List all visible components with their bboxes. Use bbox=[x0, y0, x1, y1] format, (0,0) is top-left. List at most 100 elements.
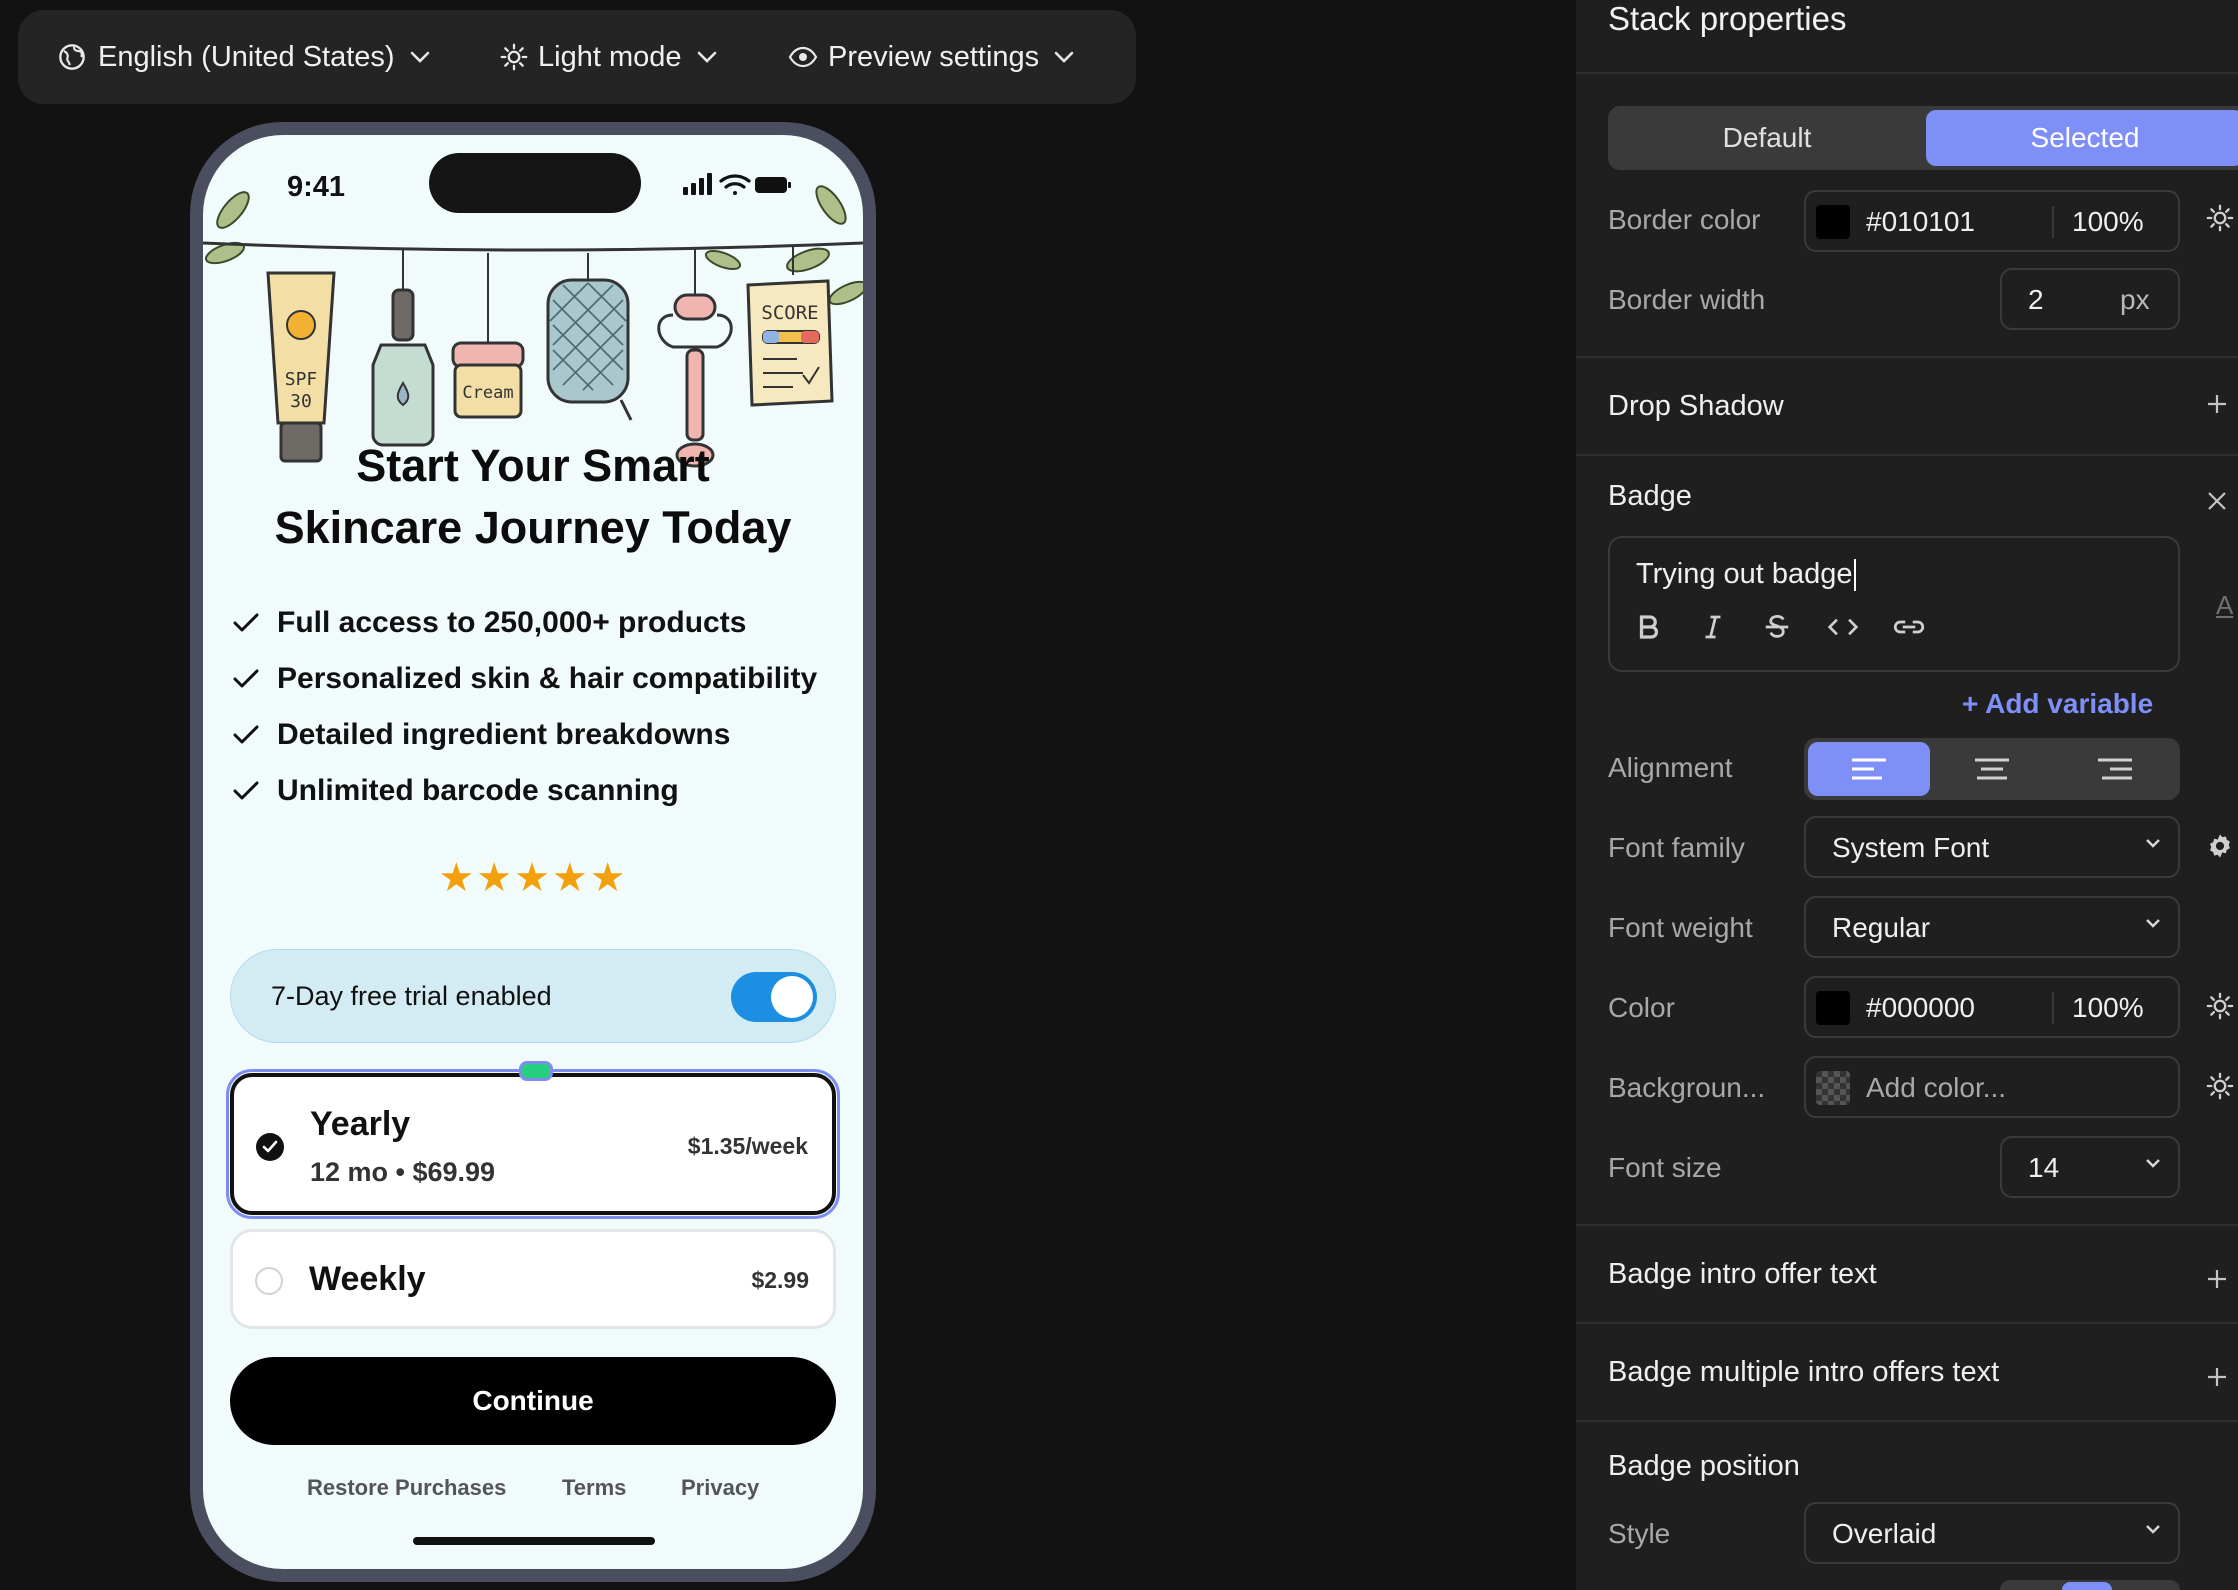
star-icon: ★ bbox=[438, 856, 477, 900]
alignment-group bbox=[1804, 738, 2180, 800]
feature-text: Personalized skin & hair compatibility bbox=[277, 662, 818, 695]
continue-button[interactable]: Continue bbox=[230, 1357, 836, 1445]
paywall-screen: SPF 30 Cream SCORE 9:41 Start Your Smart… bbox=[203, 135, 863, 1569]
badge-style-value: Overlaid bbox=[1832, 1518, 1937, 1549]
badge-multi-intro-header[interactable]: Badge multiple intro offers text bbox=[1608, 1356, 1999, 1389]
drop-shadow-header[interactable]: Drop Shadow bbox=[1608, 390, 1784, 423]
font-weight-select[interactable]: Regular bbox=[1804, 896, 2180, 958]
color-opacity[interactable]: 100% bbox=[2072, 992, 2144, 1024]
free-trial-toggle-row[interactable]: 7-Day free trial enabled bbox=[230, 949, 836, 1043]
strikethrough-icon[interactable] bbox=[1762, 612, 1826, 642]
text-cursor bbox=[1853, 559, 1856, 592]
close-icon[interactable] bbox=[2206, 482, 2228, 521]
plus-icon[interactable] bbox=[2206, 1358, 2228, 1397]
toggle-knob bbox=[771, 976, 813, 1018]
star-icon: ★ bbox=[476, 856, 515, 900]
add-variable-button[interactable]: + Add variable bbox=[1962, 688, 2153, 720]
bold-icon[interactable] bbox=[1634, 612, 1698, 642]
partially-visible-control[interactable] bbox=[2000, 1580, 2180, 1590]
segment-thumb bbox=[2062, 1582, 2112, 1590]
divider bbox=[2052, 206, 2054, 238]
badge-drag-handle[interactable] bbox=[519, 1061, 553, 1081]
gear-icon[interactable] bbox=[2206, 832, 2234, 865]
color-swatch[interactable] bbox=[1816, 205, 1850, 239]
language-dropdown[interactable]: English (United States) bbox=[58, 10, 431, 104]
chevron-down-icon bbox=[2144, 1156, 2162, 1174]
italic-icon[interactable] bbox=[1698, 612, 1762, 642]
theme-dropdown[interactable]: Light mode bbox=[500, 10, 718, 104]
border-width-label: Border width bbox=[1608, 284, 1766, 315]
border-width-field[interactable]: 2 px bbox=[2000, 268, 2180, 330]
font-family-select[interactable]: System Font bbox=[1804, 816, 2180, 878]
plan-option-weekly[interactable]: Weekly $2.99 bbox=[230, 1229, 836, 1329]
badge-text-value: Trying out badge bbox=[1636, 558, 1853, 590]
star-icon: ★ bbox=[551, 856, 590, 900]
title-line-1: Start Your Smart bbox=[356, 440, 710, 491]
trial-toggle[interactable] bbox=[731, 972, 817, 1022]
badge-style-select[interactable]: Overlaid bbox=[1804, 1502, 2180, 1564]
signal-icon bbox=[683, 173, 712, 195]
link-icon[interactable] bbox=[1890, 612, 1954, 642]
border-color-hex[interactable]: #010101 bbox=[1866, 206, 1975, 238]
alignment-label: Alignment bbox=[1608, 752, 1733, 783]
plus-icon[interactable] bbox=[2206, 385, 2228, 424]
badge-position-header: Badge position bbox=[1608, 1450, 1800, 1482]
tab-default[interactable]: Default bbox=[1612, 110, 1922, 166]
chevron-down-icon bbox=[2144, 836, 2162, 854]
badge-text-input[interactable]: Trying out badge bbox=[1636, 558, 1856, 592]
checkmark-icon bbox=[233, 725, 261, 745]
privacy-link[interactable]: Privacy bbox=[681, 1475, 759, 1501]
list-item: Detailed ingredient breakdowns bbox=[233, 707, 817, 763]
empty-color-swatch[interactable] bbox=[1816, 1071, 1850, 1105]
terms-link[interactable]: Terms bbox=[562, 1475, 626, 1501]
radio-unchecked-icon bbox=[255, 1267, 283, 1295]
border-width-value[interactable]: 2 bbox=[2028, 284, 2044, 316]
list-item: Full access to 250,000+ products bbox=[233, 595, 817, 651]
badge-header: Badge bbox=[1608, 480, 1692, 512]
sun-icon[interactable] bbox=[2206, 992, 2234, 1025]
align-left-button[interactable] bbox=[1808, 742, 1930, 796]
font-size-value: 14 bbox=[2028, 1152, 2060, 1183]
home-indicator bbox=[413, 1537, 655, 1545]
font-weight-value: Regular bbox=[1832, 912, 1931, 943]
background-color-field[interactable]: Add color... bbox=[1804, 1056, 2180, 1118]
preview-settings-dropdown[interactable]: Preview settings bbox=[788, 10, 1075, 104]
border-color-opacity[interactable]: 100% bbox=[2072, 206, 2144, 238]
badge-text-editor[interactable]: Trying out badge bbox=[1608, 536, 2180, 672]
wifi-icon bbox=[719, 174, 751, 195]
panel-title: Stack properties bbox=[1608, 0, 1847, 37]
cream-label: Cream bbox=[462, 383, 513, 403]
align-center-button[interactable] bbox=[1931, 742, 2053, 796]
plan-option-yearly[interactable]: Yearly 12 mo • $69.99 $1.35/week bbox=[226, 1069, 840, 1219]
tab-selected[interactable]: Selected bbox=[1926, 110, 2238, 166]
text-style-icon[interactable]: A bbox=[2216, 590, 2233, 621]
page-title: Start Your Smart Skincare Journey Today bbox=[203, 435, 863, 559]
sun-icon[interactable] bbox=[2206, 1072, 2234, 1105]
badge-intro-offer-header[interactable]: Badge intro offer text bbox=[1608, 1258, 1877, 1291]
border-color-field[interactable]: #010101 100% bbox=[1804, 190, 2180, 252]
checkmark-icon bbox=[233, 669, 261, 689]
font-size-select[interactable]: 14 bbox=[2000, 1136, 2180, 1198]
plan-price: $2.99 bbox=[751, 1267, 809, 1293]
sun-icon[interactable] bbox=[2206, 204, 2234, 237]
list-item: Personalized skin & hair compatibility bbox=[233, 651, 817, 707]
chevron-down-icon bbox=[696, 50, 718, 64]
align-right-button[interactable] bbox=[2054, 742, 2176, 796]
color-field[interactable]: #000000 100% bbox=[1804, 976, 2180, 1038]
color-swatch[interactable] bbox=[1816, 991, 1850, 1025]
code-icon[interactable] bbox=[1826, 612, 1890, 642]
plus-icon[interactable] bbox=[2206, 1260, 2228, 1299]
font-family-value: System Font bbox=[1832, 832, 1990, 863]
phone-frame: SPF 30 Cream SCORE 9:41 Start Your Smart… bbox=[190, 122, 876, 1582]
chevron-down-icon bbox=[2144, 1522, 2162, 1540]
style-label: Style bbox=[1608, 1518, 1671, 1549]
language-label: English (United States) bbox=[98, 40, 395, 73]
color-hex[interactable]: #000000 bbox=[1866, 992, 1975, 1024]
chevron-down-icon bbox=[409, 50, 431, 64]
dynamic-island bbox=[429, 153, 641, 213]
background-placeholder[interactable]: Add color... bbox=[1866, 1072, 2006, 1104]
properties-panel: Stack properties Default Selected Border… bbox=[1576, 0, 2238, 1590]
feature-text: Detailed ingredient breakdowns bbox=[277, 718, 731, 751]
chevron-down-icon bbox=[1053, 50, 1075, 64]
restore-purchases-link[interactable]: Restore Purchases bbox=[307, 1475, 506, 1501]
